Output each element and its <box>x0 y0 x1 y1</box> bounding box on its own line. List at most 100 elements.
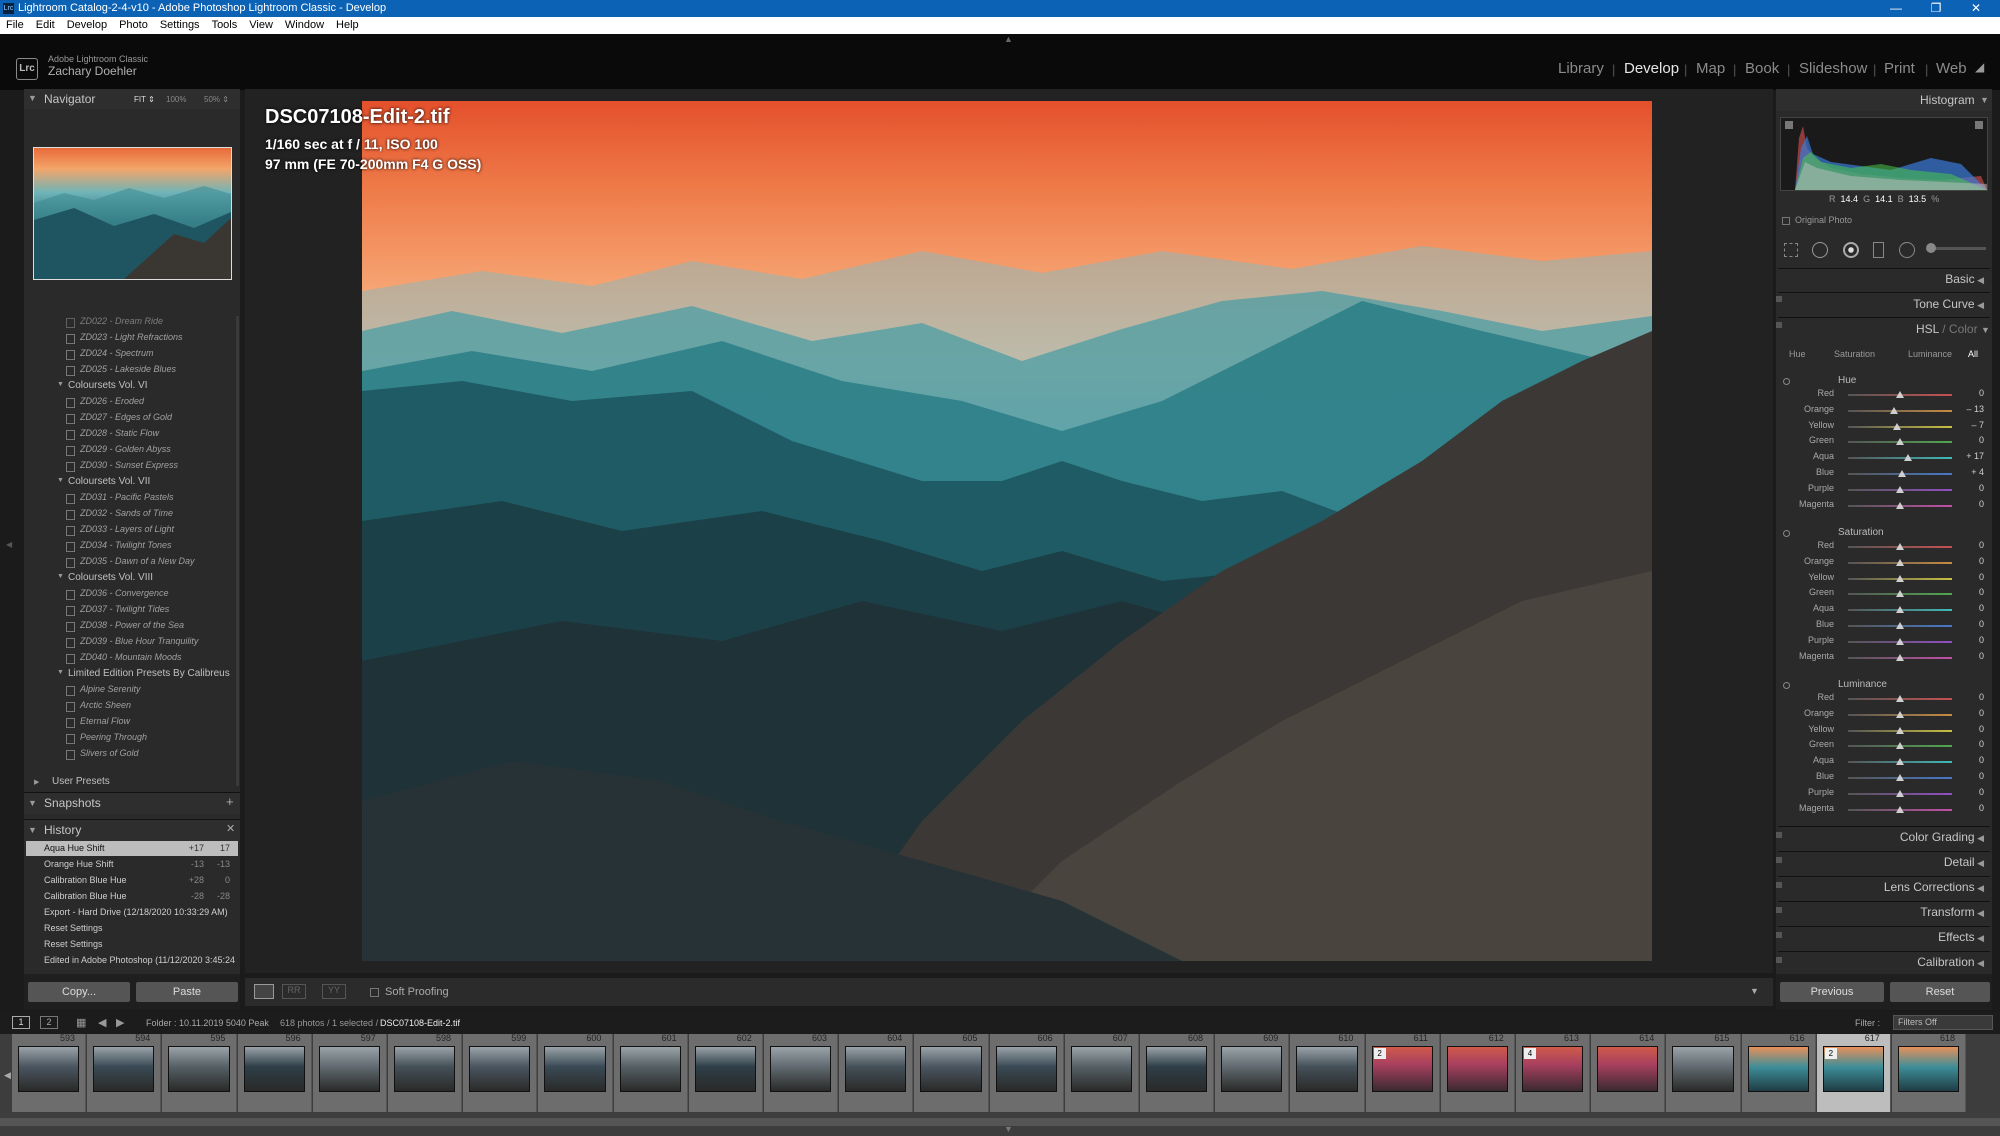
loupe-view-icon[interactable] <box>254 984 274 999</box>
saturation-aqua-thumb[interactable] <box>1896 606 1904 614</box>
filmstrip-thumbnail[interactable] <box>619 1046 681 1092</box>
hue-red-value[interactable]: 0 <box>1958 388 1984 398</box>
preset-item[interactable]: ZD026 - Eroded <box>65 396 144 408</box>
lens-corrections-header[interactable]: Lens Corrections <box>1884 880 1984 894</box>
preset-folder[interactable]: Coloursets Vol. VII <box>57 476 150 487</box>
preset-item[interactable]: ZD035 - Dawn of a New Day <box>66 556 195 568</box>
filmstrip-thumbnail[interactable] <box>18 1046 80 1092</box>
filmstrip-cell[interactable]: 607 <box>1064 1033 1139 1112</box>
filmstrip-left-arrow-icon[interactable]: ◀ <box>4 1070 11 1081</box>
filmstrip-thumbnail[interactable] <box>770 1046 832 1092</box>
saturation-blue-value[interactable]: 0 <box>1958 619 1984 629</box>
luminance-blue-thumb[interactable] <box>1896 774 1904 781</box>
menu-edit[interactable]: Edit <box>30 17 61 34</box>
menu-tools[interactable]: Tools <box>206 17 244 34</box>
preset-item[interactable]: ZD037 - Twilight Tides <box>65 604 169 616</box>
luminance-orange-value[interactable]: 0 <box>1958 708 1984 718</box>
luminance-blue-value[interactable]: 0 <box>1958 771 1984 781</box>
preset-item[interactable]: Peering Through <box>65 732 147 744</box>
filmstrip-thumbnail[interactable] <box>93 1046 155 1092</box>
saturation-magenta-thumb[interactable] <box>1896 653 1904 661</box>
filmstrip-cell[interactable]: 606 <box>989 1033 1064 1112</box>
luminance-aqua-value[interactable]: 0 <box>1958 755 1984 765</box>
filmstrip-cell[interactable]: 608 <box>1140 1033 1215 1112</box>
luminance-red-value[interactable]: 0 <box>1958 692 1984 702</box>
saturation-red-thumb[interactable] <box>1896 543 1904 550</box>
filmstrip-thumbnail[interactable] <box>1747 1046 1809 1092</box>
saturation-yellow-thumb[interactable] <box>1896 574 1904 582</box>
history-item[interactable]: Orange Hue Shift -13 -13 <box>26 857 238 872</box>
luminance-magenta-thumb[interactable] <box>1896 805 1904 813</box>
target-adjust-icon[interactable] <box>1783 530 1790 537</box>
menu-window[interactable]: Window <box>279 17 330 34</box>
preset-item[interactable]: ZD031 - Pacific Pastels <box>66 492 174 504</box>
hue-blue-value[interactable]: + 4 <box>1958 467 1984 477</box>
module-book[interactable]: Book <box>1745 60 1779 77</box>
preset-item[interactable]: ZD029 - Golden Abyss <box>66 444 171 456</box>
preset-item[interactable]: ZD034 - Twilight Tones <box>66 540 172 552</box>
hue-yellow-value[interactable]: – 7 <box>1958 420 1984 430</box>
hue-aqua-value[interactable]: + 17 <box>1958 451 1984 461</box>
color-grading-header[interactable]: Color Grading <box>1900 830 1984 844</box>
collapse-triangle-icon[interactable]: ▼ <box>28 93 37 103</box>
hue-magenta-value[interactable]: 0 <box>1958 499 1984 509</box>
luminance-orange-thumb[interactable] <box>1896 710 1904 718</box>
hsl-tab[interactable]: HSL <box>1916 322 1939 336</box>
filmstrip-cell[interactable]: 594 <box>87 1033 162 1112</box>
menu-help[interactable]: Help <box>330 17 365 34</box>
luminance-green-thumb[interactable] <box>1896 742 1904 750</box>
luminance-purple-thumb[interactable] <box>1896 789 1904 797</box>
expand-triangle-icon[interactable]: ▶ <box>34 778 39 786</box>
hue-magenta-thumb[interactable] <box>1896 501 1904 509</box>
menu-develop[interactable]: Develop <box>61 17 113 34</box>
hue-aqua-slider[interactable] <box>1848 457 1952 460</box>
previous-button[interactable]: Previous <box>1780 982 1884 1002</box>
luminance-red-thumb[interactable] <box>1896 695 1904 702</box>
filmstrip-thumbnail[interactable] <box>1672 1046 1734 1092</box>
history-item[interactable]: Calibration Blue Hue +28 0 <box>26 873 238 888</box>
effects-header[interactable]: Effects <box>1938 930 1984 944</box>
module-print[interactable]: Print <box>1884 60 1915 77</box>
filmstrip-cell[interactable]: 617 2 <box>1816 1033 1891 1112</box>
basic-panel-header[interactable]: Basic <box>1945 272 1984 286</box>
top-panel-toggle-icon[interactable]: ▲ <box>1004 34 1013 44</box>
target-adjust-icon[interactable] <box>1783 378 1790 385</box>
preset-item[interactable]: ZD040 - Mountain Moods <box>66 652 182 664</box>
original-photo-checkbox[interactable] <box>1782 217 1790 225</box>
transform-header[interactable]: Transform <box>1920 905 1984 919</box>
hue-green-value[interactable]: 0 <box>1958 435 1984 445</box>
filmstrip-thumbnail[interactable] <box>243 1046 305 1092</box>
luminance-yellow-value[interactable]: 0 <box>1958 724 1984 734</box>
cloud-sync-icon[interactable]: ◢ <box>1975 60 1993 76</box>
panel-toggle-icon[interactable] <box>1776 296 1782 302</box>
preset-item[interactable]: Alpine Serenity <box>66 684 141 696</box>
filmstrip-thumbnail[interactable] <box>845 1046 907 1092</box>
color-tab[interactable]: Color <box>1949 322 1978 336</box>
preset-item[interactable]: ZD039 - Blue Hour Tranquility <box>65 636 198 648</box>
filmstrip-thumbnail[interactable] <box>1898 1046 1960 1092</box>
filmstrip-thumbnail[interactable] <box>1221 1046 1283 1092</box>
adjustment-brush-icon[interactable] <box>1926 243 1936 253</box>
luminance-magenta-value[interactable]: 0 <box>1958 803 1984 813</box>
filmstrip-cell[interactable]: 596 <box>237 1033 312 1112</box>
filmstrip-thumbnail[interactable] <box>1597 1046 1659 1092</box>
before-after-split-icon[interactable]: YY <box>322 984 346 999</box>
stack-badge[interactable]: 2 <box>1824 1048 1837 1059</box>
hsl-tab-hue[interactable]: Hue <box>1789 349 1806 359</box>
calibration-header[interactable]: Calibration <box>1917 955 1984 969</box>
stack-badge[interactable]: 2 <box>1373 1048 1386 1059</box>
back-arrow-icon[interactable]: ◀ <box>98 1016 106 1029</box>
preset-item[interactable]: ZD022 - Dream Ride <box>65 316 163 328</box>
module-develop[interactable]: Develop <box>1624 60 1679 77</box>
preset-item[interactable]: ZD028 - Static Flow <box>65 428 159 440</box>
preset-item[interactable]: ZD036 - Convergence <box>66 588 169 600</box>
collapse-triangle-icon[interactable]: ▼ <box>28 798 37 808</box>
filmstrip-thumbnail[interactable] <box>168 1046 230 1092</box>
collapse-triangle-icon[interactable]: ▼ <box>28 825 37 835</box>
main-window-button[interactable]: 1 <box>12 1016 30 1029</box>
collapse-triangle-icon[interactable]: ▼ <box>1980 95 1989 105</box>
filmstrip-cell[interactable]: 616 <box>1741 1033 1816 1112</box>
preset-folder[interactable]: Limited Edition Presets By Calibreus <box>57 668 230 679</box>
folder-source[interactable]: Folder : 10.11.2019 5040 Peak <box>146 1018 269 1028</box>
selected-filename[interactable]: DSC07108-Edit-2.tif <box>380 1018 460 1028</box>
